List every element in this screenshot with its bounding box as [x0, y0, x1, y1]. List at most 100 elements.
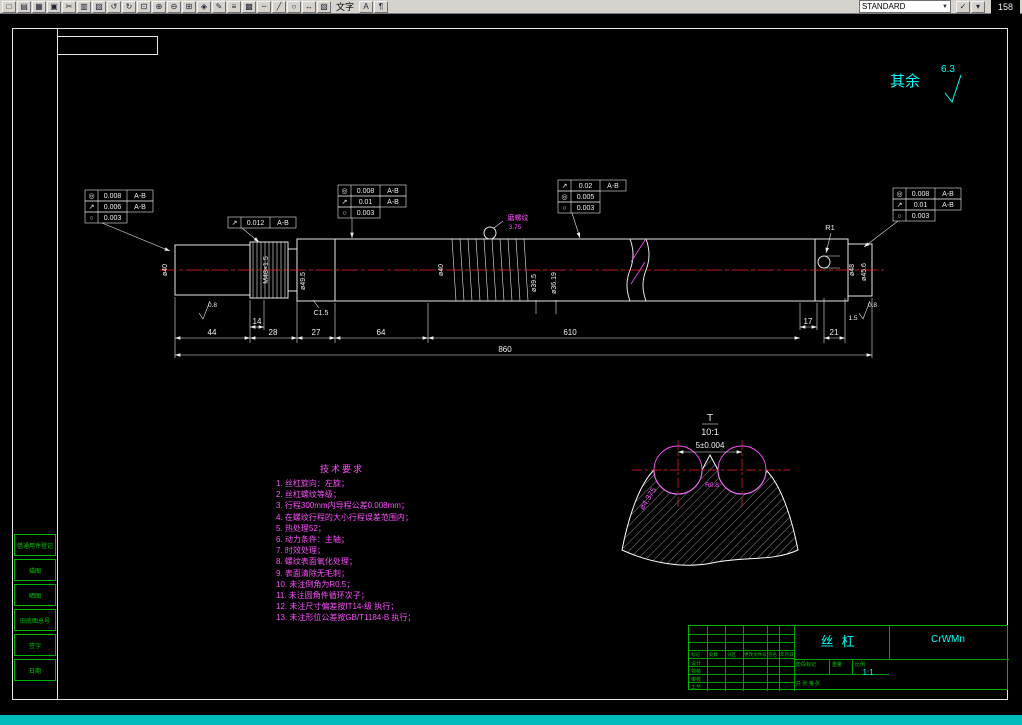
tb-label-doc: 更改文件号 — [744, 652, 767, 657]
chamfer-note: C1.5 — [312, 299, 328, 317]
toolbar-icon[interactable]: ▥ — [77, 0, 91, 13]
keyway — [817, 255, 840, 269]
toolbar-icon[interactable]: ◈ — [197, 0, 211, 13]
style-combo[interactable]: STANDARD ▼ — [858, 0, 951, 13]
text-tool-label: 文字 — [336, 2, 355, 12]
toolbar-icon[interactable]: □ — [2, 0, 16, 13]
side-label-box: 借通用件登记 — [14, 534, 56, 556]
part-name: 丝杠 — [820, 634, 863, 649]
detail-view: T 10:1 5±0.004 ø4.375 R0.8 — [621, 413, 799, 566]
tb-label-count: 处数 — [709, 652, 718, 657]
svg-text:0.01: 0.01 — [914, 202, 928, 209]
toolbar-icon[interactable]: ↻ — [122, 0, 136, 13]
svg-text:A-B: A-B — [607, 183, 619, 190]
page-indicator: 158 — [990, 0, 1020, 14]
surface-note-value: 6.3 — [941, 64, 955, 75]
toolbar-icon-group-right: ✓ ▾ — [955, 0, 985, 13]
svg-text:R1: R1 — [825, 223, 835, 232]
svg-text:A-B: A-B — [942, 191, 954, 198]
dimension-lines — [175, 325, 872, 357]
toolbar-icon[interactable]: ╱ — [272, 0, 286, 13]
side-label-box: 日期 — [14, 659, 56, 681]
toolbar-icon[interactable]: ↔ — [302, 0, 316, 13]
toolbar-icon[interactable]: A — [359, 0, 374, 13]
toolbar-icon[interactable]: ≡ — [227, 0, 241, 13]
title-block-line — [794, 659, 1009, 660]
dim-28: 28 — [269, 328, 278, 337]
toolbar-icon[interactable]: ▾ — [970, 0, 985, 13]
toolbar-icon[interactable]: ▧ — [317, 0, 331, 13]
toolbar-icon[interactable]: ⊕ — [152, 0, 166, 13]
toolbar-icon[interactable]: ▩ — [242, 0, 256, 13]
svg-text:0.008: 0.008 — [104, 193, 122, 200]
toolbar-icon[interactable]: ▦ — [32, 0, 46, 13]
toolbar-icon-group-left: □ ▤ ▦ ▣ ✂ ▥ ▨ ↺ ↻ ⊡ ⊕ ⊖ ⊞ ◈ ✎ ≡ ▩ ╌ ╱ ○ ↔ ▧ — [2, 0, 331, 13]
side-label-box: 描图 — [14, 559, 56, 581]
svg-text:0.008: 0.008 — [912, 191, 930, 198]
tb-label-sheets: 共 张 第 张 — [796, 681, 821, 687]
svg-text:A-B: A-B — [134, 204, 146, 211]
side-label-box: 晒图 — [14, 584, 56, 606]
material-name: CrWMn — [931, 634, 965, 645]
svg-text:A-B: A-B — [942, 202, 954, 209]
toolbar-icon[interactable]: ¶ — [374, 0, 389, 13]
toolbar-icon[interactable]: ╌ — [257, 0, 271, 13]
dia-label: ø49.5 — [300, 272, 307, 290]
toolbar-icon[interactable]: ✎ — [212, 0, 226, 13]
tech-req-item: 4. 在螺纹行程的大小行程误差范围内； — [276, 512, 413, 522]
tb-label-process: 工艺 — [691, 685, 702, 691]
toolbar-icon[interactable]: ✂ — [62, 0, 76, 13]
gdt-frame-e: ◎ 0.008 A-B ↗ 0.01 A-B ○ 0.003 — [863, 187, 962, 248]
svg-text:↗: ↗ — [342, 199, 348, 206]
toolbar-icon[interactable]: ▣ — [47, 0, 61, 13]
title-block-line — [779, 626, 780, 691]
side-label-column: 借通用件登记 描图 晒图 旧底图总号 签字 日期 — [14, 534, 56, 684]
dim-17: 17 — [804, 317, 813, 326]
scale-value: 1:1 — [862, 668, 874, 677]
svg-text:0.008: 0.008 — [357, 188, 375, 195]
toolbar-icon[interactable]: ▨ — [92, 0, 106, 13]
technical-requirements: 技术要求 1. 丝杠旋向：左旋； 2. 丝杠螺纹等级； 3. 行程300mm内导程公… — [276, 462, 516, 624]
svg-text:↗: ↗ — [89, 204, 95, 211]
tech-req-item: 12. 未注尺寸偏差按IT14-级 执行； — [276, 602, 399, 612]
tech-req-item: 7. 时效处理； — [276, 546, 325, 556]
gdt-frame-c: ◎ 0.008 A-B ↗ 0.01 A-B ○ 0.003 — [337, 184, 407, 238]
detail-radius-label: R0.8 — [705, 482, 719, 489]
svg-text:0.012: 0.012 — [247, 220, 265, 227]
radius-note: R1 — [825, 223, 835, 254]
tb-label-weight: 重量 — [832, 662, 843, 668]
roughness-mark-left: 0.8 — [198, 300, 217, 320]
tech-req-item: 2. 丝杠螺纹等级； — [276, 490, 341, 500]
title-block-line — [829, 659, 830, 674]
dia-label: ø36.19 — [551, 272, 558, 294]
tech-req-item: 5. 热处理52； — [276, 523, 326, 533]
toolbar-icon[interactable]: ○ — [287, 0, 301, 13]
tech-req-title: 技术要求 — [320, 464, 365, 474]
toolbar-icon[interactable]: ✓ — [955, 0, 970, 13]
diameter-labels: ø40 M48×1.5 ø49.5 ø40 ø39.5 ø36.19 ø48 ø… — [162, 256, 868, 314]
svg-text:A-B: A-B — [387, 199, 399, 206]
gdt-frame-b: ↗ 0.012 A-B — [227, 216, 297, 243]
dim-21: 21 — [830, 328, 839, 337]
toolbar-icon[interactable]: ↺ — [107, 0, 121, 13]
svg-text:0.01: 0.01 — [359, 199, 373, 206]
toolbar-icon[interactable]: ▤ — [17, 0, 31, 13]
chevron-down-icon: ▼ — [942, 3, 948, 10]
toolbar-icon[interactable]: ⊡ — [137, 0, 151, 13]
svg-text:↗: ↗ — [897, 202, 903, 209]
dim-44: 44 — [208, 328, 217, 337]
tech-req-item: 1. 丝杠旋向：左旋； — [276, 479, 349, 488]
title-block-line — [725, 626, 726, 691]
callout-value: 3.75 — [509, 224, 522, 231]
toolbar-icon[interactable]: ⊞ — [182, 0, 196, 13]
tb-label-review: 审核 — [691, 677, 702, 683]
dia-label: ø48 — [849, 264, 856, 276]
callout-label: 磨螺纹 — [508, 213, 529, 222]
roughness-mark-right: 0.8 — [858, 300, 877, 320]
detail-callout: 磨螺纹 3.75 — [483, 213, 529, 240]
side-label-box: 旧底图总号 — [14, 609, 56, 631]
toolbar-icon[interactable]: ⊖ — [167, 0, 181, 13]
svg-text:◎: ◎ — [561, 194, 567, 201]
dim-860: 860 — [498, 345, 512, 354]
gdt-frame-a: ◎ 0.008 A-B ↗ 0.006 A-B ○ 0.003 — [84, 189, 171, 252]
